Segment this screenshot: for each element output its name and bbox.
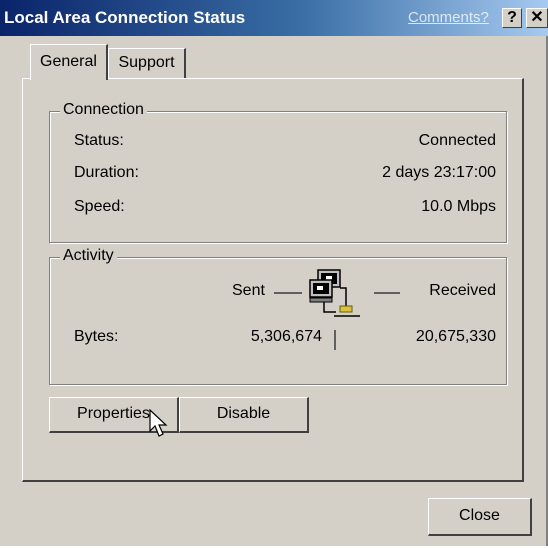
window-title: Local Area Connection Status <box>4 8 246 27</box>
received-line <box>374 292 400 294</box>
duration-value: 2 days 23:17:00 <box>382 164 496 181</box>
mouse-pointer-icon <box>149 409 168 437</box>
bytes-received-value: 20,675,330 <box>415 328 496 345</box>
bytes-label: Bytes: <box>74 328 119 345</box>
sent-line <box>274 292 302 294</box>
disable-button[interactable]: Disable <box>179 397 309 433</box>
activity-divider <box>334 330 336 350</box>
close-icon[interactable]: ✕ <box>526 8 548 28</box>
help-button[interactable]: ? <box>502 8 522 28</box>
comments-link[interactable]: Comments? <box>408 9 489 26</box>
activity-heading: Activity <box>60 247 117 265</box>
connection-group: Connection Status: Connected Duration: 2… <box>49 101 507 243</box>
tab-support[interactable]: Support <box>108 48 186 78</box>
tab-general[interactable]: General <box>30 44 108 80</box>
activity-group: Activity Sent Received Bytes: 5,306,674 <box>49 247 507 385</box>
title-bar[interactable]: Local Area Connection Status Comments? ?… <box>0 0 548 36</box>
close-button[interactable]: Close <box>428 498 532 536</box>
status-label: Status: <box>74 132 124 149</box>
speed-label: Speed: <box>74 198 125 215</box>
connection-heading: Connection <box>60 101 147 119</box>
duration-label: Duration: <box>74 164 139 181</box>
status-dialog: Local Area Connection Status Comments? ?… <box>0 0 548 546</box>
bytes-sent-value: 5,306,674 <box>250 328 322 345</box>
sent-label: Sent <box>232 282 265 299</box>
tab-panel-general: Connection Status: Connected Duration: 2… <box>22 78 524 482</box>
received-label: Received <box>429 282 496 299</box>
status-value: Connected <box>418 132 496 149</box>
speed-value: 10.0 Mbps <box>421 198 496 215</box>
network-computers-icon <box>309 269 360 317</box>
